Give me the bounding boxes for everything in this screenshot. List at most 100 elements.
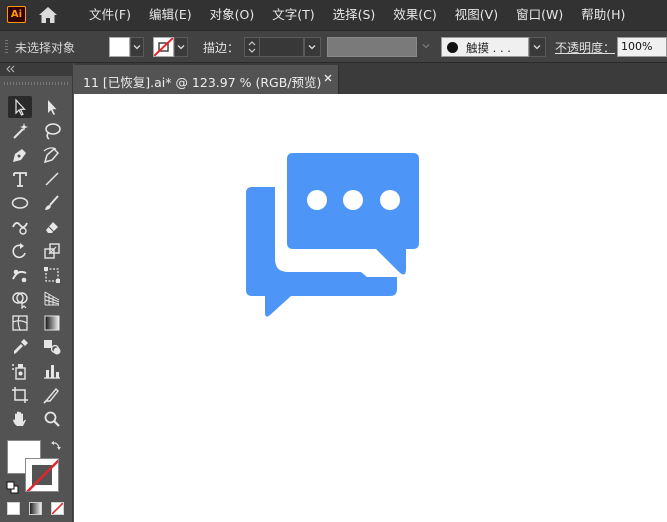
gradient-icon: [44, 315, 60, 331]
variable-width-dropdown[interactable]: [419, 37, 433, 57]
magic-wand-tool[interactable]: [8, 120, 32, 142]
no-stroke-icon: [154, 38, 173, 56]
document-tab-bar: 11 [已恢复].ai* @ 123.97 % (RGB/预览): [74, 63, 667, 94]
perspective-grid-icon: [44, 291, 60, 306]
tools-panel-grip[interactable]: [4, 82, 69, 85]
zoom-magnifier-icon: [44, 411, 60, 427]
puppet-warp-tool[interactable]: [8, 264, 32, 286]
none-slash-icon: [26, 459, 58, 491]
variable-width-profile[interactable]: [327, 37, 417, 57]
eraser-tool[interactable]: [40, 216, 64, 238]
menu-file[interactable]: 文件(F): [80, 0, 140, 30]
hand-tool[interactable]: [8, 408, 32, 430]
stroke-color-swatch[interactable]: [153, 37, 174, 57]
column-graph-tool[interactable]: [40, 360, 64, 382]
menu-window[interactable]: 窗口(W): [507, 0, 572, 30]
mesh-tool[interactable]: [8, 312, 32, 334]
no-selection-label: 未选择对象: [15, 41, 76, 55]
rotate-icon: [12, 243, 26, 259]
stroke-weight-dropdown[interactable]: [304, 37, 321, 57]
symbol-sprayer-tool[interactable]: [8, 360, 32, 382]
magic-wand-icon: [13, 123, 28, 139]
menu-help[interactable]: 帮助(H): [572, 0, 634, 30]
selection-tool[interactable]: [8, 96, 32, 118]
default-colors-icon[interactable]: [6, 481, 19, 494]
direct-selection-tool[interactable]: [40, 96, 64, 118]
artboard-canvas[interactable]: [74, 94, 667, 522]
direct-selection-arrow-icon: [48, 100, 57, 115]
menu-bar: Ai 文件(F) 编辑(E) 对象(O) 文字(T) 选择(S) 效果(C) 视…: [0, 0, 667, 30]
curvature-tool[interactable]: [40, 144, 64, 166]
pen-nib-icon: [13, 149, 26, 162]
chevron-down-icon: [308, 45, 316, 50]
selection-arrow-icon: [15, 98, 26, 116]
ellipse-tool[interactable]: [8, 192, 32, 214]
free-transform-icon: [44, 267, 60, 283]
menu-view[interactable]: 视图(V): [446, 0, 507, 30]
type-t-icon: [13, 172, 27, 187]
lasso-icon: [45, 123, 61, 140]
stroke-color-box[interactable]: [25, 458, 59, 492]
stroke-label[interactable]: 描边：: [203, 39, 239, 56]
collapse-panel-icon[interactable]: [6, 65, 15, 73]
fill-dropdown[interactable]: [130, 37, 144, 57]
artboard-icon: [12, 387, 28, 403]
free-transform-tool[interactable]: [40, 264, 64, 286]
paintbrush-tool[interactable]: [40, 192, 64, 214]
fill-color-swatch[interactable]: [109, 37, 130, 57]
shape-builder-icon: [12, 292, 28, 309]
opacity-label[interactable]: 不透明度：: [555, 39, 615, 56]
puppet-warp-icon: [12, 269, 27, 283]
brush-name: 触摸 . . .: [466, 41, 511, 55]
type-tool[interactable]: [8, 168, 32, 190]
lasso-tool[interactable]: [40, 120, 64, 142]
color-mode-buttons: [7, 502, 65, 516]
stroke-weight-input[interactable]: [260, 37, 304, 57]
zoom-tool[interactable]: [40, 408, 64, 430]
shaper-tool[interactable]: [8, 216, 32, 238]
ellipse-icon: [11, 197, 29, 209]
chevron-down-icon: [133, 45, 141, 50]
pen-tool[interactable]: [8, 144, 32, 166]
menu-edit[interactable]: 编辑(E): [140, 0, 201, 30]
document-tab[interactable]: 11 [已恢复].ai* @ 123.97 % (RGB/预览): [74, 65, 339, 94]
menu-select[interactable]: 选择(S): [324, 0, 385, 30]
scale-tool[interactable]: [40, 240, 64, 262]
app-logo[interactable]: Ai: [7, 6, 26, 23]
eraser-icon: [46, 222, 58, 233]
control-bar-grip[interactable]: [5, 40, 8, 54]
gradient-mode-button[interactable]: [29, 502, 42, 515]
chevron-down-icon: [422, 44, 430, 49]
close-icon[interactable]: [323, 73, 333, 83]
brush-dropdown[interactable]: [529, 37, 546, 57]
eyedropper-tool[interactable]: [8, 336, 32, 358]
stroke-weight-stepper[interactable]: [244, 37, 260, 57]
menu-effect[interactable]: 效果(C): [384, 0, 445, 30]
opacity-input[interactable]: 100%: [617, 37, 667, 57]
home-icon[interactable]: [37, 5, 59, 25]
line-segment-icon: [45, 172, 59, 186]
chevron-down-icon: [533, 45, 541, 50]
chat-bubbles-artwork[interactable]: [246, 153, 421, 322]
none-slash-icon: [52, 503, 63, 514]
artboard-tool[interactable]: [8, 384, 32, 406]
line-segment-tool[interactable]: [40, 168, 64, 190]
swap-fill-stroke-icon[interactable]: [50, 439, 62, 451]
menu-type[interactable]: 文字(T): [263, 0, 323, 30]
color-mode-button[interactable]: [7, 502, 20, 515]
none-mode-button[interactable]: [51, 502, 64, 515]
rotate-tool[interactable]: [8, 240, 32, 262]
stroke-dropdown[interactable]: [174, 37, 188, 57]
eyedropper-icon: [14, 339, 28, 354]
shaper-icon: [12, 222, 28, 235]
brush-definition-select[interactable]: 触摸 . . .: [441, 37, 529, 57]
gradient-tool[interactable]: [40, 312, 64, 334]
menu-object[interactable]: 对象(O): [201, 0, 264, 30]
slice-knife-icon: [43, 387, 59, 404]
mesh-icon: [12, 315, 28, 331]
curvature-pen-icon: [43, 147, 60, 164]
slice-tool[interactable]: [40, 384, 64, 406]
blend-tool[interactable]: [40, 336, 64, 358]
perspective-grid-tool[interactable]: [40, 288, 64, 310]
shape-builder-tool[interactable]: [8, 288, 32, 310]
